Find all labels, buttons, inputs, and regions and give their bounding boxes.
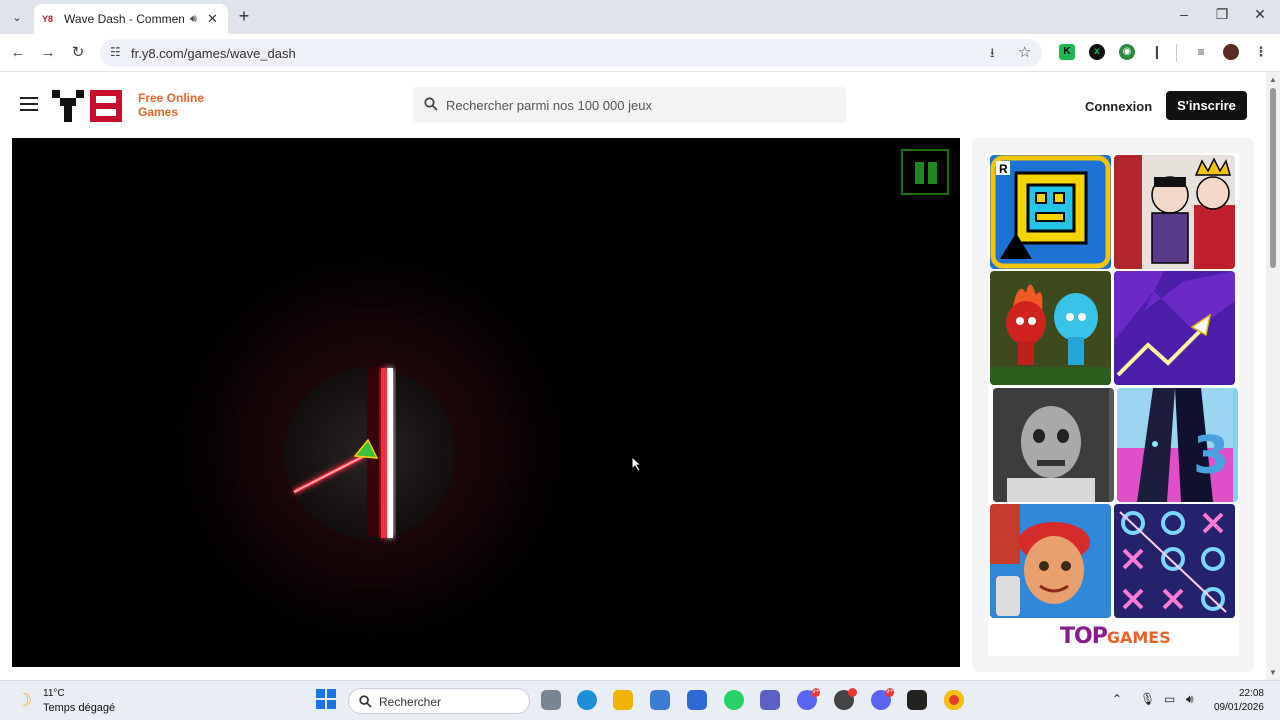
moon-weather-icon[interactable]: ☽ — [16, 690, 32, 711]
teams-icon[interactable] — [760, 690, 780, 710]
extension-k-icon[interactable]: K — [1059, 44, 1075, 60]
bookmark-star-icon[interactable]: ☆ — [1018, 43, 1031, 61]
forward-arrow-icon[interactable]: → — [38, 43, 58, 63]
brand-line-1: Free Online — [138, 91, 205, 105]
media-queue-icon[interactable]: ≡ — [1193, 44, 1209, 60]
y8-favicon-icon: Y8 — [42, 14, 54, 24]
window-close-icon[interactable]: ✕ — [1248, 6, 1272, 23]
extension-shield-icon[interactable]: ◉ — [1119, 44, 1135, 60]
site-info-icon[interactable]: ☷ — [110, 45, 121, 59]
login-link[interactable]: Connexion — [1085, 99, 1152, 114]
site-search-box[interactable] — [413, 87, 846, 123]
discord-2-badge: 9+ — [885, 688, 894, 697]
mouse-cursor-icon — [631, 456, 643, 472]
close-tab-icon[interactable]: ✕ — [207, 11, 218, 27]
top-games-top: TOP — [1060, 624, 1108, 649]
clock-time: 22:08 — [1238, 688, 1264, 699]
taskbar-search[interactable]: Rechercher — [348, 688, 530, 714]
chrome-icon[interactable] — [944, 690, 964, 710]
tictactoe-icon — [1114, 504, 1235, 618]
steam-badge — [848, 688, 857, 697]
edge-icon[interactable] — [577, 690, 597, 710]
extension-x-icon[interactable]: x — [1089, 44, 1105, 60]
scroll-down-icon[interactable]: ▼ — [1269, 668, 1277, 677]
wave-icon — [1114, 271, 1235, 377]
brand-tagline: Free Online Games — [138, 91, 204, 119]
toolbar-divider — [1176, 44, 1177, 62]
address-bar[interactable]: ☷ fr.y8.com/games/wave_dash ⭳ ☆ — [100, 39, 1042, 67]
browser-toolbar: ← → ↻ ☷ fr.y8.com/games/wave_dash ⭳ ☆ K … — [0, 34, 1280, 72]
tray-chevron-icon[interactable]: ⌃ — [1112, 692, 1122, 706]
taskbar-search-icon — [359, 695, 372, 708]
system-clock[interactable]: 22:08 09/01/2026 — [1212, 687, 1264, 715]
windows-taskbar: ☽ 11°C Temps dégagé Rechercher 9+ 9+ ⌃ 🎙… — [0, 680, 1280, 720]
signup-button[interactable]: S'inscrire — [1166, 91, 1247, 120]
tab-title: Wave Dash - Commencez à — [64, 12, 184, 26]
tile-tic-tac-toe[interactable] — [1114, 504, 1235, 618]
file-explorer-icon[interactable] — [613, 690, 633, 710]
weather-condition[interactable]: Temps dégagé — [43, 702, 115, 714]
tile-subway-surfers[interactable] — [990, 504, 1111, 618]
geometry-dash-icon: R — [990, 155, 1111, 269]
page-scrollbar[interactable]: ▲ ▼ — [1266, 72, 1280, 680]
fire-water-icon — [990, 284, 1111, 385]
windows-start-icon[interactable] — [316, 689, 336, 709]
scroll-up-icon[interactable]: ▲ — [1269, 75, 1277, 84]
svg-text:R: R — [999, 162, 1008, 176]
subway-icon — [990, 504, 1111, 618]
granny-icon — [993, 388, 1109, 502]
tab-strip: ⌄ Y8 Wave Dash - Commencez à 🔊︎ ✕ + – ❐ … — [0, 0, 1280, 34]
king-icon — [1114, 155, 1235, 269]
tile-granny[interactable] — [993, 388, 1114, 502]
pause-button[interactable] — [901, 149, 949, 195]
url-text[interactable]: fr.y8.com/games/wave_dash — [131, 46, 296, 61]
volume-icon[interactable]: 🔊︎ — [1186, 692, 1194, 707]
reload-icon[interactable]: ↻ — [68, 43, 88, 63]
piano-number: 3 — [1193, 426, 1230, 486]
tile-geometry-dash[interactable]: R — [990, 155, 1111, 269]
browser-tab-wave-dash[interactable]: Y8 Wave Dash - Commencez à 🔊︎ ✕ — [34, 4, 228, 34]
restore-icon[interactable]: ❐ — [1210, 6, 1234, 23]
task-view-icon[interactable] — [541, 690, 561, 710]
game-scene — [152, 228, 592, 667]
new-tab-plus-icon[interactable]: + — [234, 6, 254, 26]
whatsapp-icon[interactable] — [724, 690, 744, 710]
microsoft-store-icon[interactable] — [650, 690, 670, 710]
temperature[interactable]: 11°C — [43, 688, 65, 699]
y8-logo[interactable] — [52, 90, 124, 122]
epic-games-icon[interactable] — [907, 690, 927, 710]
game-canvas[interactable] — [12, 138, 960, 667]
back-arrow-icon[interactable]: ← — [8, 43, 28, 63]
pause-icon — [915, 162, 924, 184]
tile-wave-dash[interactable] — [1114, 271, 1235, 385]
install-app-icon[interactable]: ⭳ — [990, 44, 995, 66]
mail-icon[interactable] — [687, 690, 707, 710]
browser-menu-icon[interactable]: ⋮ — [1253, 44, 1269, 60]
microphone-icon[interactable]: 🎙︎ — [1140, 692, 1155, 706]
scrollbar-thumb[interactable] — [1270, 88, 1276, 268]
tile-piano-tiles-3[interactable]: 3 — [1117, 388, 1238, 502]
tab-search-chevron-icon[interactable]: ⌄ — [6, 7, 28, 27]
minimize-icon[interactable]: – — [1172, 6, 1196, 22]
laser-wall — [387, 368, 393, 538]
clock-date: 09/01/2026 — [1213, 702, 1264, 713]
laser-wall-edge — [381, 368, 386, 538]
discord-badge: 9+ — [811, 688, 820, 697]
taskbar-search-label: Rechercher — [379, 695, 442, 709]
hamburger-menu-icon[interactable] — [20, 97, 38, 111]
tile-king-jester[interactable] — [1114, 155, 1235, 269]
speaker-icon[interactable]: 🔊︎ — [190, 13, 197, 26]
pause-icon-bar — [928, 162, 937, 184]
network-icon[interactable]: ▭ — [1164, 692, 1175, 706]
search-input[interactable] — [446, 95, 826, 115]
tile-fireboy-watergirl[interactable] — [990, 271, 1111, 385]
search-icon — [424, 97, 438, 111]
top-games-logo[interactable]: TOPGAMES — [1060, 624, 1171, 649]
brand-line-2: Games — [138, 105, 179, 119]
top-games-games: GAMES — [1106, 628, 1171, 647]
profile-avatar[interactable] — [1223, 44, 1239, 60]
extensions-puzzle-icon[interactable]: ❙ — [1149, 44, 1165, 60]
